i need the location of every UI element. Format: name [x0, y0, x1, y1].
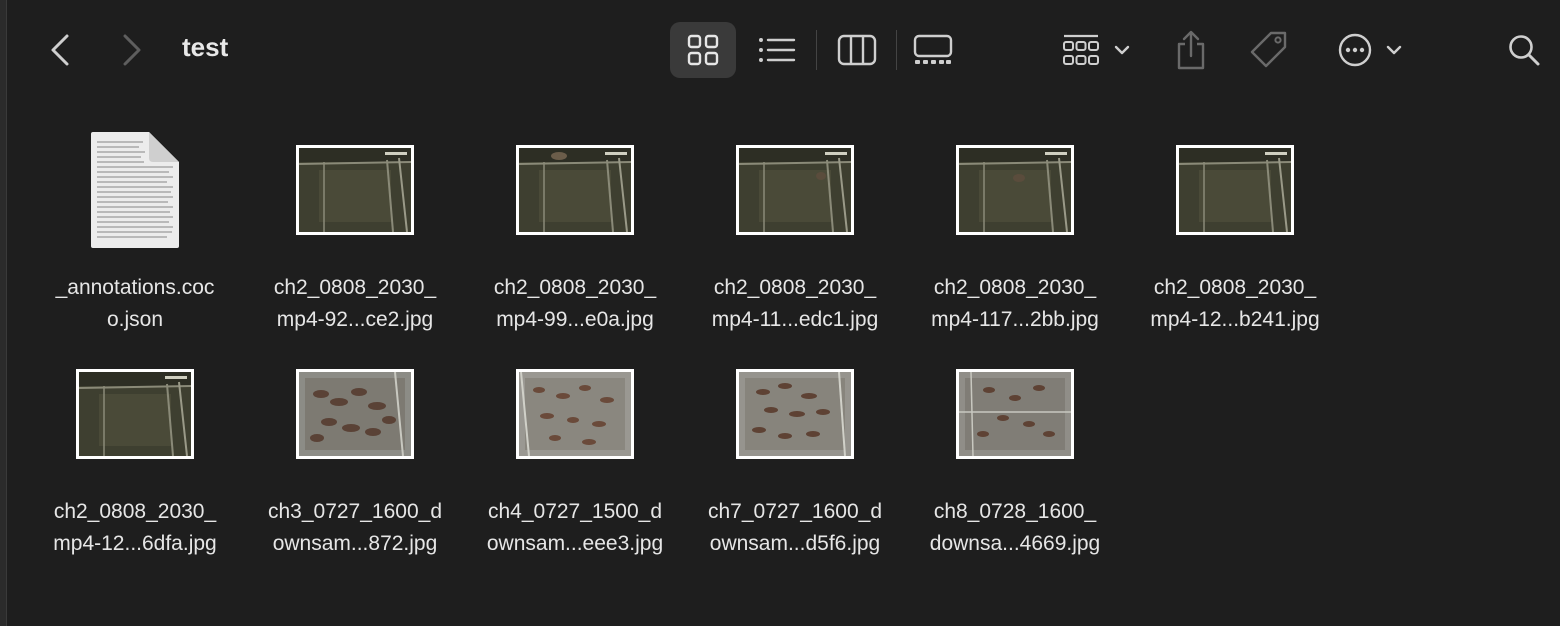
gallery-view-button[interactable]: [898, 22, 968, 78]
file-name: ch3_0727_1600_d ownsam...872.jpg: [267, 500, 442, 555]
folder-title: test: [182, 32, 229, 62]
gallery-view-icon: [913, 34, 953, 64]
file-name: ch2_0808_2030_ mp4-92...ce2.jpg: [273, 276, 437, 331]
ellipsis-circle-icon: [1338, 33, 1372, 67]
image-thumbnail: [516, 145, 634, 235]
toolbar-divider: [816, 30, 817, 70]
file-name: ch8_0728_1600_ downsa...4669.jpg: [929, 500, 1101, 555]
list-view-icon: [759, 38, 796, 62]
image-thumbnail: [76, 369, 194, 459]
toolbar: test: [0, 0, 1560, 100]
file-name: ch2_0808_2030_ mp4-12...6dfa.jpg: [53, 500, 217, 555]
list-view-button[interactable]: [744, 22, 810, 78]
file-item-image[interactable]: ch4_0727_1500_d ownsam...eee3.jpg: [465, 344, 685, 568]
file-item-image[interactable]: ch2_0808_2030_ mp4-117...2bb.jpg: [905, 120, 1125, 344]
file-item-image[interactable]: ch2_0808_2030_ mp4-12...b241.jpg: [1125, 120, 1345, 344]
chevron-right-icon: [123, 34, 141, 66]
file-item-image[interactable]: ch2_0808_2030_ mp4-92...ce2.jpg: [245, 120, 465, 344]
toolbar-divider: [896, 30, 897, 70]
chevron-down-icon: [1386, 45, 1402, 55]
image-thumbnail: [296, 369, 414, 459]
chevron-left-icon: [51, 34, 69, 66]
group-items-icon: [1063, 34, 1099, 65]
file-item-json[interactable]: _annotations.coc o.json: [25, 120, 245, 344]
image-thumbnail: [956, 145, 1074, 235]
tag-button[interactable]: [1244, 24, 1294, 76]
chevron-down-icon: [1114, 45, 1130, 55]
column-view-icon: [837, 34, 877, 66]
file-item-image[interactable]: ch7_0727_1600_d ownsam...d5f6.jpg: [685, 344, 905, 568]
image-thumbnail: [956, 369, 1074, 459]
more-actions-button[interactable]: [1330, 24, 1410, 76]
file-name: ch2_0808_2030_ mp4-117...2bb.jpg: [931, 276, 1099, 331]
column-view-button[interactable]: [822, 22, 892, 78]
file-name: _annotations.coc o.json: [55, 276, 215, 331]
icon-view-button[interactable]: [670, 22, 736, 78]
tag-icon: [1250, 31, 1287, 68]
json-document-icon: [91, 132, 179, 248]
image-thumbnail: [736, 369, 854, 459]
image-thumbnail: [516, 369, 634, 459]
file-item-image[interactable]: ch8_0728_1600_ downsa...4669.jpg: [905, 344, 1125, 568]
file-item-image[interactable]: ch2_0808_2030_ mp4-12...6dfa.jpg: [25, 344, 245, 568]
file-item-image[interactable]: ch3_0727_1600_d ownsam...872.jpg: [245, 344, 465, 568]
image-thumbnail: [736, 145, 854, 235]
image-thumbnail: [1176, 145, 1294, 235]
forward-button[interactable]: [112, 28, 152, 72]
file-name: ch2_0808_2030_ mp4-11...edc1.jpg: [711, 276, 879, 331]
file-name: ch7_0727_1600_d ownsam...d5f6.jpg: [707, 500, 882, 555]
file-name: ch2_0808_2030_ mp4-12...b241.jpg: [1150, 276, 1320, 331]
file-item-image[interactable]: ch2_0808_2030_ mp4-11...edc1.jpg: [685, 120, 905, 344]
share-icon: [1177, 30, 1205, 70]
icon-view-grid-icon: [687, 34, 719, 66]
group-by-button[interactable]: [1056, 24, 1136, 76]
file-name: ch4_0727_1500_d ownsam...eee3.jpg: [486, 500, 664, 555]
back-button[interactable]: [40, 28, 80, 72]
file-name: ch2_0808_2030_ mp4-99...e0a.jpg: [493, 276, 657, 331]
file-item-image[interactable]: ch2_0808_2030_ mp4-99...e0a.jpg: [465, 120, 685, 344]
search-icon: [1509, 35, 1540, 66]
search-button[interactable]: [1500, 24, 1548, 76]
share-button[interactable]: [1168, 24, 1214, 76]
image-thumbnail: [296, 145, 414, 235]
